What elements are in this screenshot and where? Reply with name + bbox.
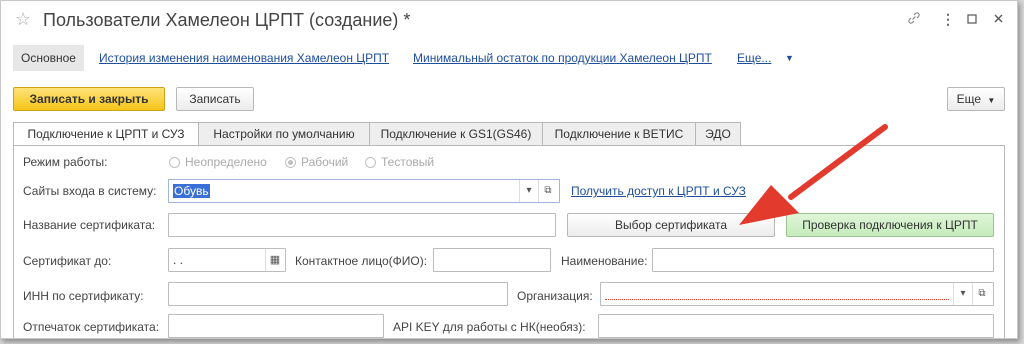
form-window: ☆ Пользователи Хамелеон ЦРПТ (создание) … — [0, 0, 1018, 339]
annotation-arrow-icon — [739, 124, 888, 225]
